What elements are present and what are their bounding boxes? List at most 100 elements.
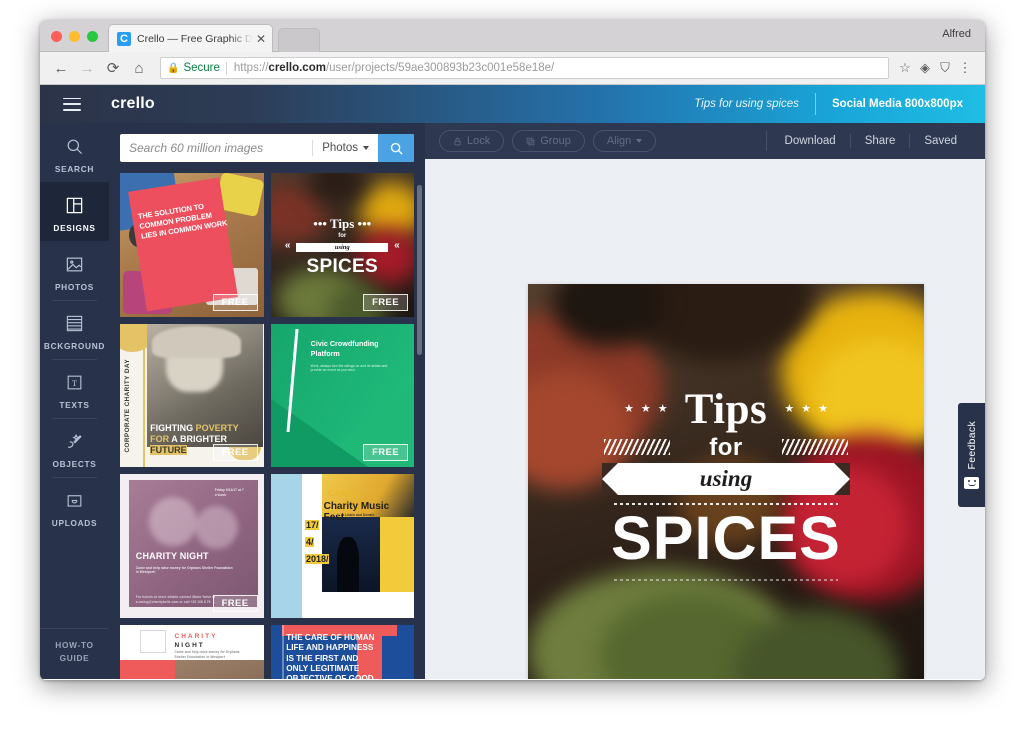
template-thumbnail: THE SOLUTION TO COMMON PROBLEM LIES IN C… [120, 173, 264, 317]
sidebar-item-label: SEARCH [54, 164, 95, 174]
sidebar-item-designs[interactable]: DESIGNS [40, 182, 109, 241]
browser-tabstrip: C Crello — Free Graphic Design S ✕ Alfre… [40, 20, 985, 52]
list-item[interactable]: Charity Charity Music Fest. Listen and D… [270, 474, 414, 618]
canvas-ribbon[interactable]: « « using « « [602, 463, 850, 495]
sidebar-item-uploads[interactable]: UPLOADS [40, 477, 109, 536]
list-item[interactable]: THE SOLUTION TO COMMON PROBLEM LIES IN C… [120, 173, 264, 317]
hamburger-menu-icon[interactable] [63, 97, 81, 111]
group-button[interactable]: Group [512, 130, 585, 152]
free-badge: FREE [212, 444, 258, 461]
design-artboard[interactable]: ★ ★ ★ ★ ★ ★ Tips for « « using « « SPICE… [528, 284, 924, 679]
canvas-text-for[interactable]: for [528, 434, 924, 462]
lock-label: Lock [467, 135, 491, 147]
sidebar-item-label: DESIGNS [53, 223, 96, 233]
editor-toolbar-actions: Download Share Saved [765, 123, 971, 159]
canvas-title-spices[interactable]: SPICES [528, 508, 924, 569]
search-bar-wrap: Photos [109, 123, 425, 170]
app-header: crello Tips for using spices Social Medi… [40, 85, 985, 123]
app-header-right: Tips for using spices Social Media 800x8… [694, 85, 985, 123]
list-item[interactable]: Civic Crowdfunding Platform Work, always… [270, 323, 414, 467]
screenshot-root: C Crello — Free Graphic Design S ✕ Alfre… [0, 0, 1024, 737]
browser-window: C Crello — Free Graphic Design S ✕ Alfre… [40, 20, 985, 680]
template-headline: Civic Crowdfunding Platform [310, 339, 379, 358]
background-icon [62, 311, 87, 336]
close-icon[interactable]: ✕ [256, 32, 266, 46]
list-item[interactable]: THE CARE OF HUMAN LIFE AND HAPPINESS IS … [270, 624, 414, 679]
how-to-line-2: GUIDE [59, 653, 90, 664]
browser-menu-icon[interactable]: ⋮ [955, 58, 975, 78]
back-icon[interactable]: ← [50, 57, 72, 79]
how-to-guide-link[interactable]: HOW-TO GUIDE [40, 628, 109, 679]
canvas-size-label[interactable]: Social Media 800x800px [816, 98, 985, 110]
list-item[interactable]: Friday 9/11/17 at 7 o'clock CHARITY NIGH… [120, 474, 264, 618]
canvas-title-tips[interactable]: Tips [528, 388, 924, 431]
browser-tab-active[interactable]: C Crello — Free Graphic Design S ✕ [108, 24, 273, 52]
saved-status[interactable]: Saved [910, 135, 971, 147]
window-minimize-button[interactable] [69, 31, 80, 42]
editor-toolbar: Lock Group Align Download Share Saved [425, 123, 985, 159]
bookmark-star-icon[interactable]: ☆ [895, 58, 915, 78]
sidebar-item-bckground[interactable]: BCKGROUND [40, 300, 109, 359]
thumb-for-text: for [338, 233, 347, 240]
template-body: Come and help raise money for Orphans Sh… [135, 565, 233, 575]
sidebar-item-photos[interactable]: PHOTOS [40, 241, 109, 300]
download-button[interactable]: Download [771, 135, 850, 147]
home-icon[interactable]: ⌂ [128, 57, 150, 79]
template-grid-scroll[interactable]: THE SOLUTION TO COMMON PROBLEM LIES IN C… [109, 173, 425, 679]
chevron-down-icon [636, 139, 643, 143]
feedback-tab[interactable]: Feedback [958, 403, 985, 507]
reload-icon[interactable]: ⟳ [102, 57, 124, 79]
template-date-year: 2018/ [304, 554, 330, 565]
template-corner-text: Friday 9/11/17 at 7 o'clock [214, 488, 244, 497]
template-headline-line2: NIGHT [174, 641, 205, 649]
layout-icon [62, 193, 87, 218]
share-button[interactable]: Share [851, 135, 910, 147]
panel-scrollbar[interactable] [417, 185, 422, 355]
template-date-month: 4/ [304, 537, 315, 548]
document-title[interactable]: Tips for using spices [694, 98, 815, 110]
align-label: Align [606, 135, 632, 147]
search-type-dropdown[interactable]: Photos [313, 134, 378, 162]
list-item[interactable]: CHARITY NIGHT Come and help raise money … [120, 624, 264, 679]
free-badge: FREE [363, 293, 408, 311]
search-icon [62, 134, 87, 159]
address-bar[interactable]: 🔒 Secure https://crello.com/user/project… [160, 57, 889, 79]
browser-profile-label[interactable]: Alfred [942, 28, 971, 40]
brand-logo[interactable]: crello [111, 95, 155, 113]
canvas-stage[interactable]: ★ ★ ★ ★ ★ ★ Tips for « « using « « SPICE… [425, 159, 985, 679]
sidebar-item-search[interactable]: SEARCH [40, 123, 109, 182]
extension-layers-icon[interactable]: ◈ [915, 58, 935, 78]
window-close-button[interactable] [51, 31, 62, 42]
template-thumbnail: Friday 9/11/17 at 7 o'clock CHARITY NIGH… [120, 474, 264, 618]
template-headline: CHARITY NIGHT [135, 551, 209, 562]
sidebar-item-objects[interactable]: OBJECTS [40, 418, 109, 477]
chevron-left-icon-2: « [638, 469, 649, 490]
sidebar-item-texts[interactable]: T TEXTS [40, 359, 109, 418]
canvas-text-using: using [699, 466, 753, 491]
photo-icon [62, 252, 87, 277]
list-item[interactable]: CORPORATE CHARITY DAY FIGHTING POVERTY F… [120, 323, 264, 467]
chevron-right-icon: « [817, 469, 828, 490]
crello-app: crello Tips for using spices Social Medi… [40, 85, 985, 679]
browser-tab-inactive[interactable] [278, 28, 320, 52]
align-button[interactable]: Align [592, 130, 657, 152]
template-thumbnail: ••• Tips ••• for using « « SPICES FREE [270, 173, 414, 317]
search-input[interactable] [120, 134, 313, 162]
url-scheme: https:// [233, 62, 269, 74]
search-submit-button[interactable] [378, 134, 414, 162]
free-badge: FREE [363, 594, 408, 612]
artboard-text-layer: ★ ★ ★ ★ ★ ★ Tips for « « using « « SPICE… [528, 284, 924, 679]
upload-icon [62, 488, 87, 513]
group-icon [527, 137, 535, 145]
forward-icon[interactable]: → [76, 57, 98, 79]
url-domain: crello.com [268, 62, 326, 74]
dotted-rule-bottom [614, 579, 838, 581]
template-headline: THE CARE OF HUMAN LIFE AND HAPPINESS IS … [286, 633, 375, 679]
extension-shield-icon[interactable]: ⛉ [935, 58, 955, 78]
window-maximize-button[interactable] [87, 31, 98, 42]
template-thumbnail: Charity Charity Music Fest. Listen and D… [270, 474, 414, 618]
list-item[interactable]: ••• Tips ••• for using « « SPICES FREE [270, 173, 414, 317]
free-badge: FREE [212, 594, 258, 612]
lock-button[interactable]: Lock [439, 130, 505, 152]
group-label: Group [540, 135, 571, 147]
